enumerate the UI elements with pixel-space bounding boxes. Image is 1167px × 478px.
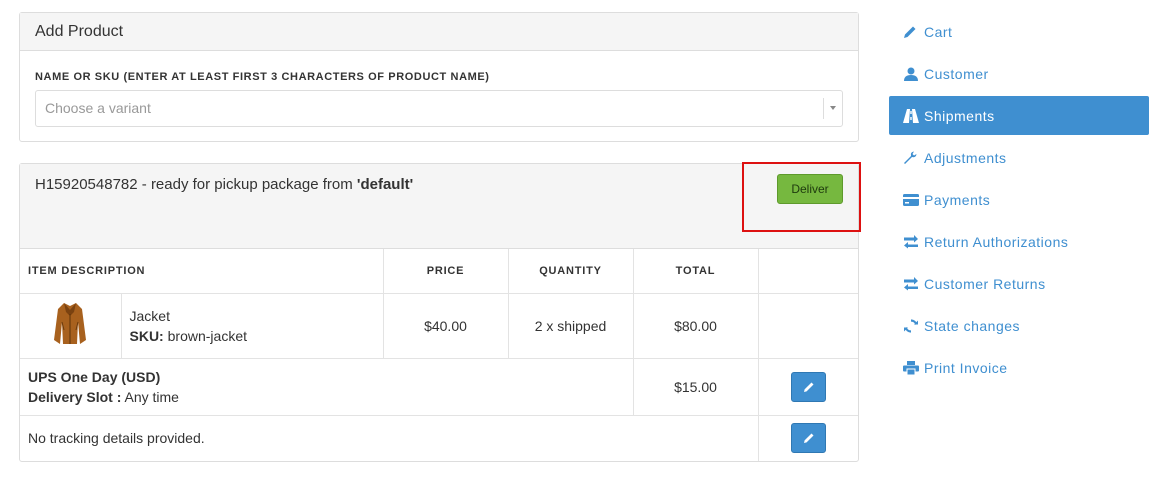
sidebar-item-label: State changes (924, 318, 1021, 334)
transfer-icon (904, 235, 918, 249)
edit-shipping-method-button[interactable] (790, 371, 826, 402)
stock-location: 'default' (356, 176, 414, 193)
shipment-title: H15920548782 - ready for pickup package … (35, 176, 413, 193)
shipping-method-cell: UPS One Day (USD) Delivery Slot : Any ti… (20, 357, 634, 416)
sidebar-item-label: Return Authorizations (924, 234, 1069, 250)
item-description-cell: Jacket SKU: brown-jacket (120, 292, 384, 359)
print-icon (903, 361, 919, 375)
sku-label: SKU: (129, 327, 164, 344)
sidebar-item-label: Customer Returns (924, 276, 1046, 292)
item-actions-cell (757, 292, 858, 359)
shipment-number: H15920548782 (35, 176, 138, 193)
shipment-header: H15920548782 - ready for pickup package … (20, 162, 861, 249)
pencil-icon (904, 26, 916, 38)
add-product-panel: Add Product NAME OR SKU (ENTER AT LEAST … (19, 12, 859, 142)
item-total: $80.00 (632, 292, 759, 359)
item-name: Jacket (129, 307, 170, 324)
column-header-price: PRICE (382, 249, 509, 294)
delivery-slot-label: Delivery Slot : (28, 388, 122, 405)
column-header-quantity: QUANTITY (507, 249, 634, 294)
sidebar-item-label: Print Invoice (924, 360, 1008, 376)
variant-select-placeholder: Choose a variant (45, 100, 151, 116)
sku-value: brown-jacket (167, 327, 247, 344)
tracking-row: No tracking details provided. (20, 414, 858, 461)
shipment-items-table: ITEM DESCRIPTION PRICE QUANTITY TOTAL Ja… (20, 249, 858, 461)
table-row: Jacket SKU: brown-jacket $40.00 2 x ship… (20, 292, 858, 359)
sidebar-item-label: Cart (924, 24, 953, 40)
variant-field-label: NAME OR SKU (ENTER AT LEAST FIRST 3 CHAR… (35, 71, 490, 83)
credit-card-icon (903, 194, 919, 206)
sidebar-item-state-changes[interactable]: State changes (889, 306, 1149, 345)
item-quantity: 2 x shipped (507, 292, 634, 359)
variant-select[interactable]: Choose a variant (35, 90, 843, 127)
delivery-slot-value: Any time (124, 388, 179, 405)
sidebar-item-customer[interactable]: Customer (889, 54, 1149, 93)
tracking-details: No tracking details provided. (20, 414, 759, 461)
add-product-title: Add Product (20, 13, 858, 51)
refresh-icon (904, 319, 918, 333)
delivery-slot: Delivery Slot : Any time (28, 387, 632, 407)
jacket-thumbnail-image (54, 303, 87, 344)
shipping-cost: $15.00 (632, 357, 759, 416)
sidebar-item-return-authorizations[interactable]: Return Authorizations (889, 222, 1149, 261)
column-header-total: TOTAL (632, 249, 759, 294)
column-header-item-description: ITEM DESCRIPTION (20, 249, 384, 294)
column-header-actions (757, 249, 858, 294)
chevron-down-icon[interactable] (830, 106, 836, 110)
sidebar-item-adjustments[interactable]: Adjustments (889, 138, 1149, 177)
edit-tracking-button[interactable] (790, 423, 826, 454)
pencil-icon (803, 433, 814, 444)
sidebar-item-cart[interactable]: Cart (889, 12, 1149, 51)
sidebar-item-payments[interactable]: Payments (889, 180, 1149, 219)
tracking-actions-cell (757, 414, 858, 461)
pencil-icon (803, 382, 814, 392)
shipping-method-row: UPS One Day (USD) Delivery Slot : Any ti… (20, 357, 858, 416)
sidebar-item-label: Payments (924, 192, 991, 208)
item-price: $40.00 (382, 292, 509, 359)
wrench-icon (904, 151, 917, 164)
sidebar-item-customer-returns[interactable]: Customer Returns (889, 264, 1149, 303)
road-icon (903, 109, 919, 123)
shipment-panel: H15920548782 - ready for pickup package … (19, 162, 861, 462)
item-sku: SKU: brown-jacket (130, 326, 382, 346)
sidebar-item-label: Shipments (924, 108, 995, 124)
table-header-row: ITEM DESCRIPTION PRICE QUANTITY TOTAL (20, 249, 858, 294)
shipping-method-name: UPS One Day (USD) (28, 368, 161, 385)
shipment-status-text: - ready for pickup package from (137, 176, 357, 193)
deliver-button[interactable]: Deliver (777, 174, 843, 204)
order-sidebar-nav: Cart Customer Shipments Adjustments Paym… (889, 12, 1149, 390)
select-divider (823, 98, 824, 119)
item-thumbnail-cell (20, 292, 122, 359)
shipping-method-actions-cell (757, 357, 858, 416)
user-icon (904, 67, 918, 81)
sidebar-item-shipments[interactable]: Shipments (889, 96, 1149, 135)
sidebar-item-label: Customer (924, 66, 989, 82)
sidebar-item-label: Adjustments (924, 150, 1007, 166)
transfer-icon (904, 277, 918, 291)
sidebar-item-print-invoice[interactable]: Print Invoice (889, 348, 1149, 387)
